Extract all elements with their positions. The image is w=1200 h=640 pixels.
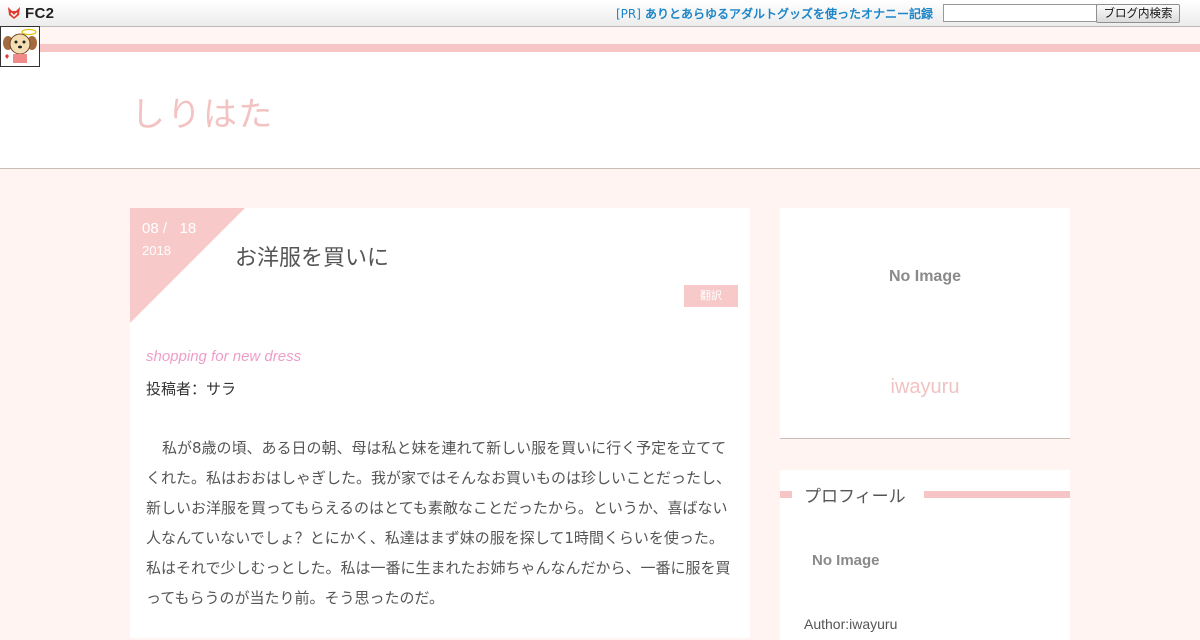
author-image-placeholder: No Image (888, 268, 961, 285)
fc2-toolbar: FC2 [PR] ありとあらゆるアダルトグッズを使ったオナニー記録 ブログ内検索 (0, 0, 1200, 27)
header-pink-stripe (40, 44, 1200, 52)
profile-heading-line-right (924, 491, 1070, 498)
header-top-band (0, 27, 1200, 44)
sidebar-author-card: No Image iwayuru (780, 208, 1070, 439)
blog-search-button[interactable]: ブログ内検索 (1096, 4, 1180, 23)
blog-article: 08 / 18 2018 お洋服を買いに 翻訳 shopping for new… (130, 208, 750, 638)
profile-image-placeholder: No Image (812, 552, 880, 569)
site-title[interactable]: しりはた (131, 87, 274, 136)
mascot-avatar[interactable] (0, 26, 40, 67)
post-date-year: 2018 (142, 243, 171, 258)
post-body-text: 私が8歳の頃、ある日の朝、母は私と妹を連れて新しい服を買いに行く予定を立ててくれ… (146, 439, 732, 607)
translate-button[interactable]: 翻訳 (684, 285, 738, 307)
sidebar-author-name[interactable]: iwayuru (780, 376, 1070, 399)
blog-search-input[interactable] (943, 4, 1097, 22)
fc2-logo-text: FC2 (25, 4, 55, 22)
post-subtitle: shopping for new dress (146, 348, 302, 365)
dog-mascot-icon (3, 28, 37, 63)
post-date-month-day: 08 / 18 (142, 220, 197, 237)
profile-widget: プロフィール No Image Author:iwayuru (780, 470, 1070, 640)
pr-tag: [PR] (616, 7, 641, 21)
blog-header: しりはた (0, 27, 1200, 169)
profile-heading-line-left (780, 491, 792, 498)
post-author-line: 投稿者：サラ (146, 380, 237, 398)
pr-link-text: ありとあらゆるアダルトグッズを使ったオナニー記録 (644, 7, 933, 21)
post-title[interactable]: お洋服を買いに (235, 240, 389, 272)
fc2-fox-icon (8, 7, 20, 19)
profile-heading: プロフィール (804, 482, 906, 507)
fc2-logo[interactable]: FC2 (6, 4, 54, 22)
pr-ad-link[interactable]: [PR] ありとあらゆるアダルトグッズを使ったオナニー記録 (616, 5, 933, 22)
